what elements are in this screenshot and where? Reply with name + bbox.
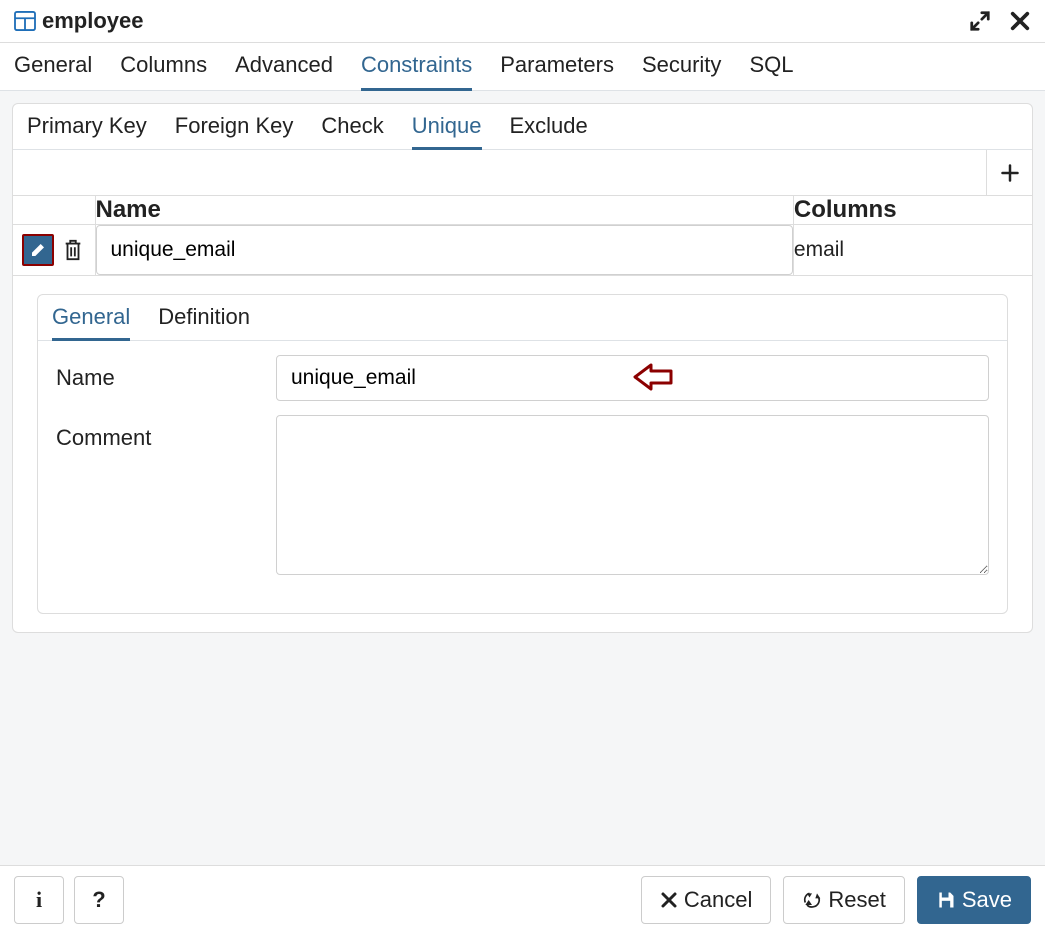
tab-security[interactable]: Security	[642, 42, 721, 91]
constraint-sub-tabs: Primary Key Foreign Key Check Unique Exc…	[13, 104, 1032, 150]
dialog-header: employee	[0, 0, 1045, 43]
help-button[interactable]: ?	[74, 876, 124, 924]
tab-general[interactable]: General	[14, 42, 92, 91]
tab-advanced[interactable]: Advanced	[235, 42, 333, 91]
row-name-input[interactable]	[96, 225, 793, 275]
question-icon: ?	[92, 887, 105, 913]
constraints-card: Primary Key Foreign Key Check Unique Exc…	[12, 103, 1033, 633]
detail-tab-general[interactable]: General	[52, 296, 130, 341]
name-input[interactable]	[276, 355, 989, 401]
comment-label: Comment	[56, 415, 276, 451]
th-name: Name	[95, 196, 793, 225]
save-icon	[936, 890, 956, 910]
subtab-foreign-key[interactable]: Foreign Key	[175, 105, 294, 150]
edit-row-button[interactable]	[22, 234, 54, 266]
recycle-icon	[802, 890, 822, 910]
th-actions	[13, 196, 95, 225]
table-icon	[14, 11, 36, 31]
pencil-icon	[30, 242, 46, 258]
subtab-check[interactable]: Check	[321, 105, 383, 150]
plus-icon	[1000, 163, 1020, 183]
dialog-container: employee General Columns Advanced Constr…	[0, 0, 1045, 934]
tab-columns[interactable]: Columns	[120, 42, 207, 91]
panel-body: Primary Key Foreign Key Check Unique Exc…	[0, 91, 1045, 865]
detail-form: Name Comment	[38, 341, 1007, 613]
info-icon: i	[36, 887, 42, 913]
header-actions	[969, 10, 1031, 32]
comment-textarea[interactable]	[276, 415, 989, 575]
detail-tab-definition[interactable]: Definition	[158, 296, 250, 341]
constraints-table: Name Columns	[13, 196, 1032, 276]
form-row-name: Name	[56, 355, 989, 401]
detail-tabs: General Definition	[38, 295, 1007, 341]
add-row-button[interactable]	[986, 150, 1032, 195]
tab-sql[interactable]: SQL	[749, 42, 793, 91]
subtab-exclude[interactable]: Exclude	[510, 105, 588, 150]
table-row: email	[13, 225, 1032, 276]
trash-icon	[62, 238, 84, 262]
detail-panel: General Definition Name Comme	[37, 294, 1008, 614]
row-columns-cell: email	[793, 225, 1032, 276]
close-icon	[660, 891, 678, 909]
cancel-button[interactable]: Cancel	[641, 876, 771, 924]
form-row-comment: Comment	[56, 415, 989, 575]
save-label: Save	[962, 887, 1012, 913]
th-columns: Columns	[793, 196, 1032, 225]
maximize-icon[interactable]	[969, 10, 991, 32]
delete-row-button[interactable]	[60, 237, 86, 263]
dialog-title: employee	[42, 8, 144, 34]
reset-label: Reset	[828, 887, 885, 913]
subtab-unique[interactable]: Unique	[412, 105, 482, 150]
constraints-toolbar	[13, 150, 1032, 196]
main-tabs: General Columns Advanced Constraints Par…	[0, 43, 1045, 91]
info-button[interactable]: i	[14, 876, 64, 924]
subtab-primary-key[interactable]: Primary Key	[27, 105, 147, 150]
dialog-footer: i ? Cancel Reset	[0, 865, 1045, 934]
save-button[interactable]: Save	[917, 876, 1031, 924]
close-icon[interactable]	[1009, 10, 1031, 32]
name-label: Name	[56, 355, 276, 391]
tab-constraints[interactable]: Constraints	[361, 42, 472, 91]
tab-parameters[interactable]: Parameters	[500, 42, 614, 91]
cancel-label: Cancel	[684, 887, 752, 913]
reset-button[interactable]: Reset	[783, 876, 904, 924]
